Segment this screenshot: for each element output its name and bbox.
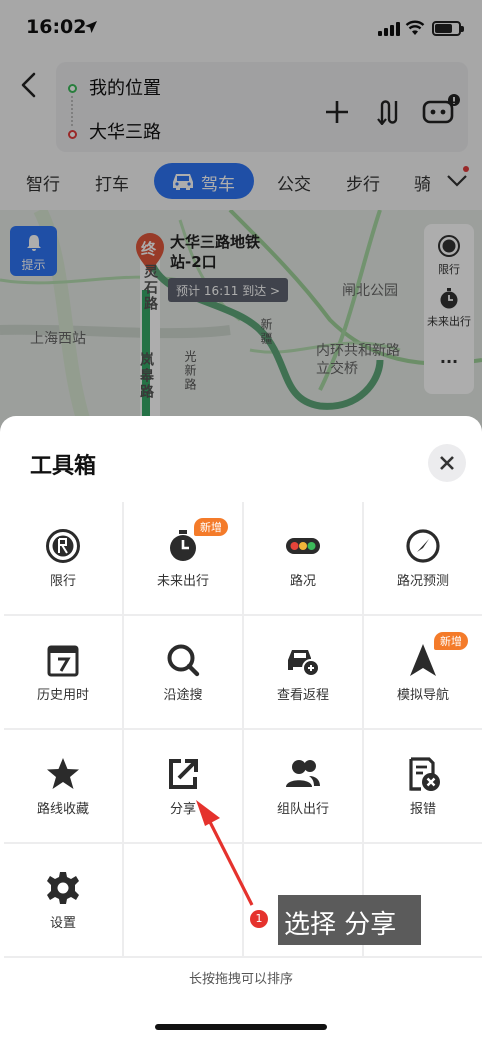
- annotation-label: 选择 分享: [278, 895, 421, 945]
- annotation-number: 1: [250, 910, 268, 928]
- annotation-arrow: [196, 800, 254, 906]
